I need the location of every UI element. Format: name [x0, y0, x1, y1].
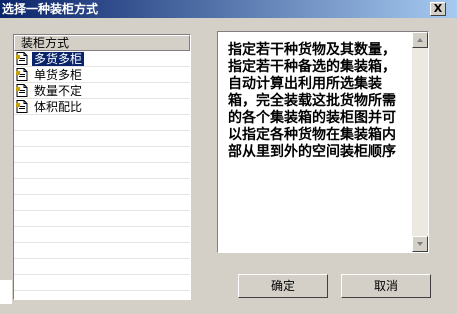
description-box[interactable]: 指定若干种货物及其数量，指定若干种备选的集装箱，自动计算出利用所选集装箱，完全装…: [217, 31, 429, 253]
list-item-label: 单货多柜: [34, 68, 83, 82]
list-item-empty: [14, 147, 190, 163]
list-item-empty: [14, 163, 190, 179]
list-item-label: 多货多柜: [32, 52, 85, 66]
scroll-down-arrow-icon: [417, 242, 423, 246]
loading-method-list[interactable]: 装柜方式 多货多柜 单货多柜 数量不定 体积配比: [13, 34, 191, 300]
list-item-single-cargo-multi-container[interactable]: 单货多柜: [14, 67, 190, 83]
list-item-empty: [14, 243, 190, 259]
scroll-up-button[interactable]: [412, 32, 428, 48]
document-icon: [16, 52, 28, 65]
ok-button[interactable]: 确定: [238, 274, 328, 298]
close-icon: X: [433, 2, 443, 15]
list-item-empty: [14, 227, 190, 243]
list-item-empty: [14, 195, 190, 211]
list-item-empty: [14, 259, 190, 275]
scroll-up-arrow-icon: [417, 38, 423, 42]
list-header[interactable]: 装柜方式: [14, 35, 190, 51]
document-icon: [16, 84, 28, 97]
document-icon: [16, 68, 28, 81]
list-item-volume-ratio[interactable]: 体积配比: [14, 99, 190, 115]
scroll-down-button[interactable]: [412, 236, 428, 252]
close-button[interactable]: X: [430, 2, 446, 16]
list-item-empty: [14, 179, 190, 195]
list-header-label: 装柜方式: [21, 36, 70, 50]
title-bar: 选择一种装柜方式 X: [0, 0, 457, 18]
list-item-quantity-undetermined[interactable]: 数量不定: [14, 83, 190, 99]
list-item-empty: [14, 131, 190, 147]
cancel-button[interactable]: 取消: [341, 274, 431, 298]
list-item-empty: [14, 115, 190, 131]
list-item-label: 数量不定: [34, 84, 83, 98]
window-title: 选择一种装柜方式: [2, 2, 99, 16]
list-item-label: 体积配比: [34, 100, 83, 114]
document-icon: [16, 100, 28, 113]
description-scrollbar[interactable]: [412, 32, 428, 252]
list-item-empty: [14, 275, 190, 291]
window-corner-artifact: [0, 280, 12, 304]
description-text: 指定若干种货物及其数量，指定若干种备选的集装箱，自动计算出利用所选集装箱，完全装…: [228, 42, 396, 160]
list-item-multi-cargo-multi-container[interactable]: 多货多柜: [14, 51, 190, 67]
list-item-empty: [14, 211, 190, 227]
